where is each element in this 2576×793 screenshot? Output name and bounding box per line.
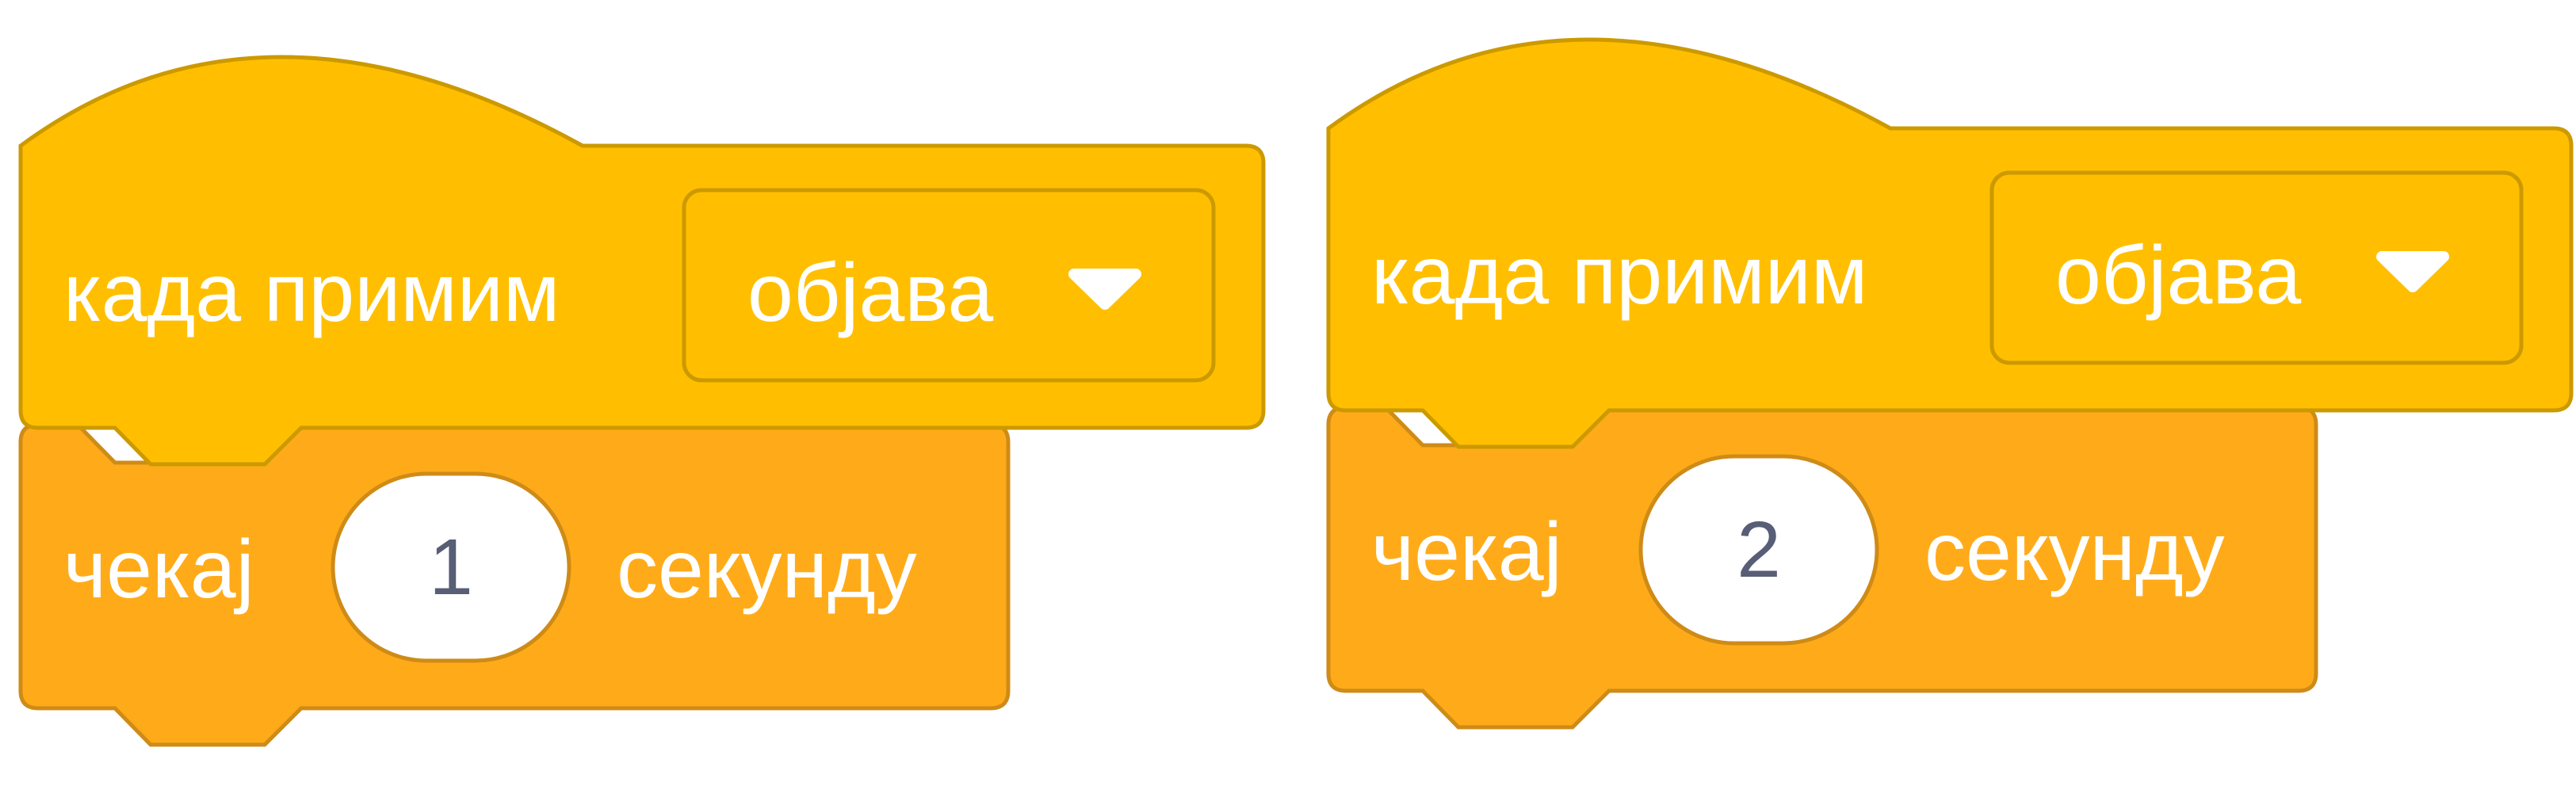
- wait-label-before: чекај: [63, 524, 254, 616]
- seconds-input[interactable]: 1: [333, 474, 569, 661]
- hat-block-label: када примим: [63, 247, 560, 339]
- script-2: када примим објава чекај 2 секунду: [1308, 0, 2576, 793]
- dropdown-value: објава: [747, 247, 994, 339]
- wait-label-after: секунду: [617, 524, 917, 616]
- seconds-value: 2: [1737, 505, 1781, 594]
- wait-label-after: секунду: [1924, 506, 2225, 598]
- broadcast-dropdown[interactable]: објава: [684, 190, 1213, 380]
- script-1-shapes: [18, 55, 1266, 747]
- hat-block-label: када примим: [1371, 230, 1868, 322]
- dropdown-value: објава: [2055, 230, 2302, 322]
- wait-label-before: чекај: [1371, 506, 1562, 598]
- broadcast-dropdown[interactable]: објава: [1992, 173, 2521, 363]
- script-1: када примим објава чекај 1 секунду: [0, 0, 1284, 793]
- seconds-input[interactable]: 2: [1641, 456, 1877, 643]
- seconds-value: 1: [429, 523, 473, 612]
- script-2-shapes: [1326, 37, 2574, 730]
- scratch-scripts-area: када примим објава чекај 1 секунду када …: [0, 0, 2576, 793]
